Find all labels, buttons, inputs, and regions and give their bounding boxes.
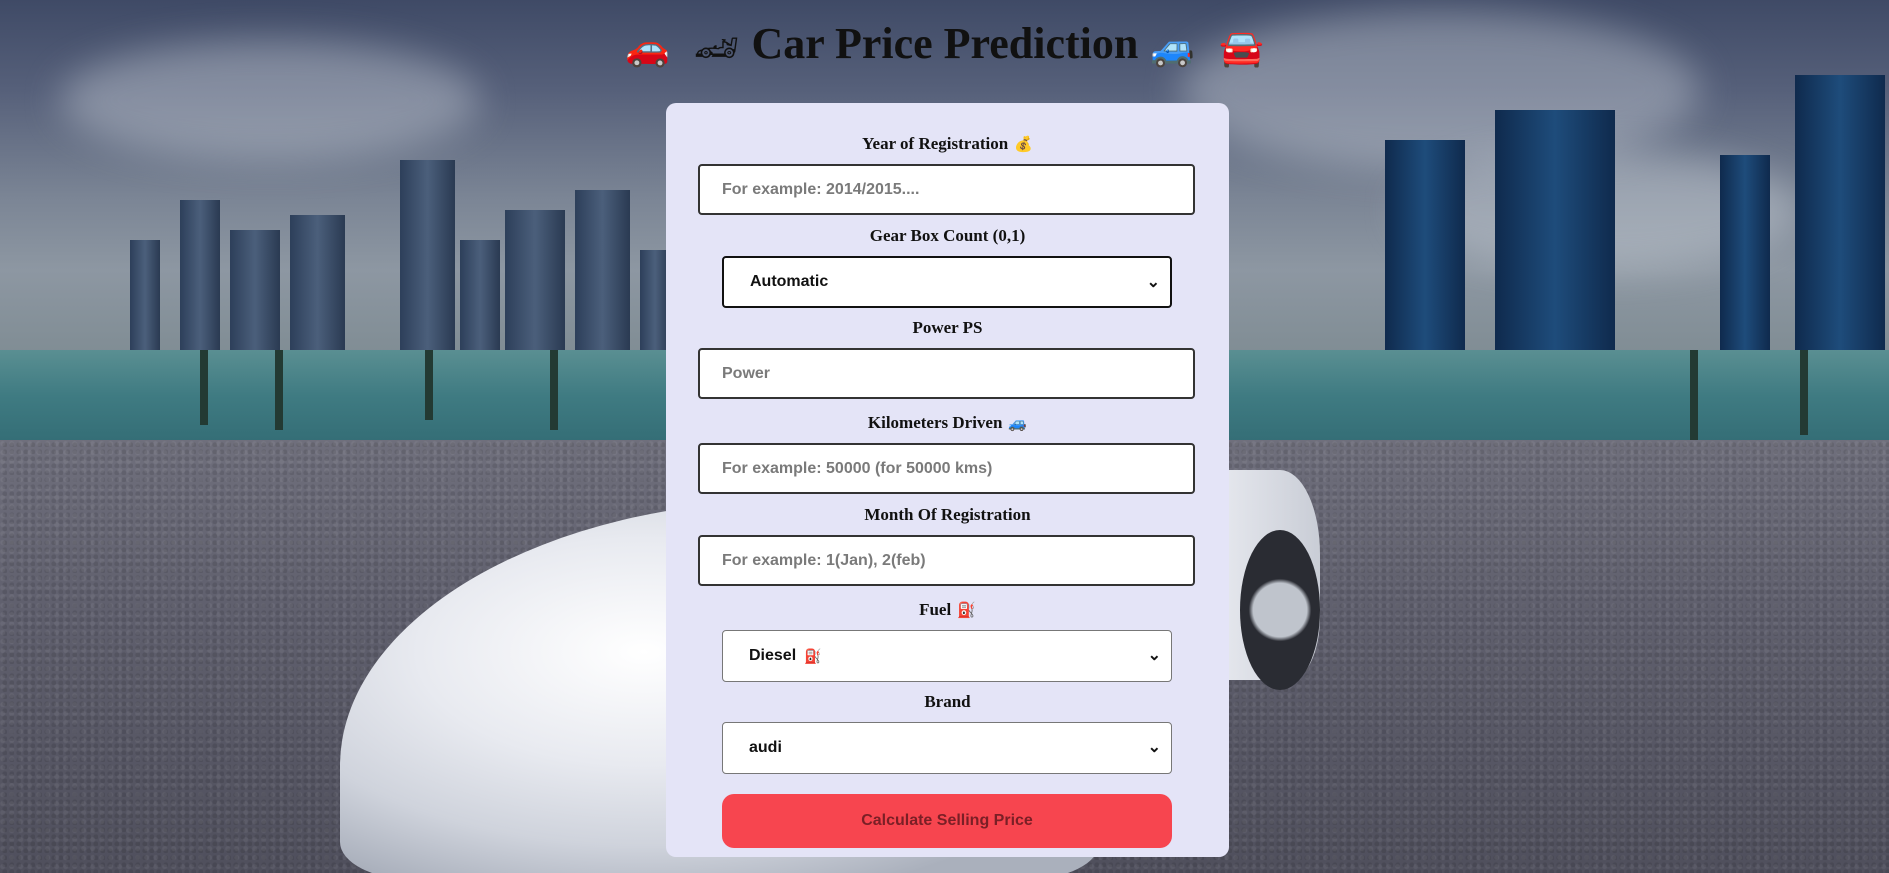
suv-emoji: 🚙: [1150, 27, 1196, 68]
gearbox-label: Gear Box Count (0,1): [869, 226, 1026, 245]
kms-label: Kilometers Driven 🚙: [867, 413, 1028, 432]
title-text: Car Price Prediction: [751, 19, 1139, 68]
chevron-down-icon: ⌄: [1147, 739, 1161, 756]
calculate-price-button[interactable]: Calculate Selling Price: [722, 794, 1172, 848]
fuel-select[interactable]: Diesel ⛽ ⌄: [722, 630, 1172, 682]
power-input[interactable]: [698, 348, 1195, 399]
fuel-pump-icon: ⛽: [804, 647, 822, 664]
money-bag-icon: 💰: [1014, 137, 1033, 153]
prediction-form: Year of Registration💰 Gear Box Count (0,…: [666, 103, 1229, 857]
year-label: Year of Registration 💰: [862, 134, 1033, 153]
fuel-label: Fuel ⛽: [919, 600, 976, 619]
gearbox-select[interactable]: Automatic ⌄: [722, 256, 1172, 308]
page-title: 🚗 🏎 Car Price Prediction 🚙 🚘: [0, 18, 1889, 69]
brand-select[interactable]: audi ⌄: [722, 722, 1172, 774]
car-emoji: 🚗: [624, 27, 670, 68]
brand-selected-value: audi: [749, 739, 782, 756]
oncoming-car-emoji: 🚘: [1219, 27, 1265, 68]
brand-label: Brand: [924, 692, 971, 711]
race-car-emoji: 🏎: [693, 27, 740, 68]
chevron-down-icon: ⌄: [1146, 274, 1160, 291]
power-label: Power PS: [912, 318, 983, 337]
chevron-down-icon: ⌄: [1147, 647, 1161, 664]
month-label: Month Of Registration: [864, 505, 1031, 524]
year-input[interactable]: [698, 164, 1195, 215]
month-input[interactable]: [698, 535, 1195, 586]
fuel-pump-icon: ⛽: [957, 603, 976, 619]
car-icon: 🚙: [1008, 416, 1028, 432]
gearbox-selected-value: Automatic: [750, 273, 829, 290]
kms-input[interactable]: [698, 443, 1195, 494]
fuel-selected-value: Diesel: [749, 647, 797, 664]
